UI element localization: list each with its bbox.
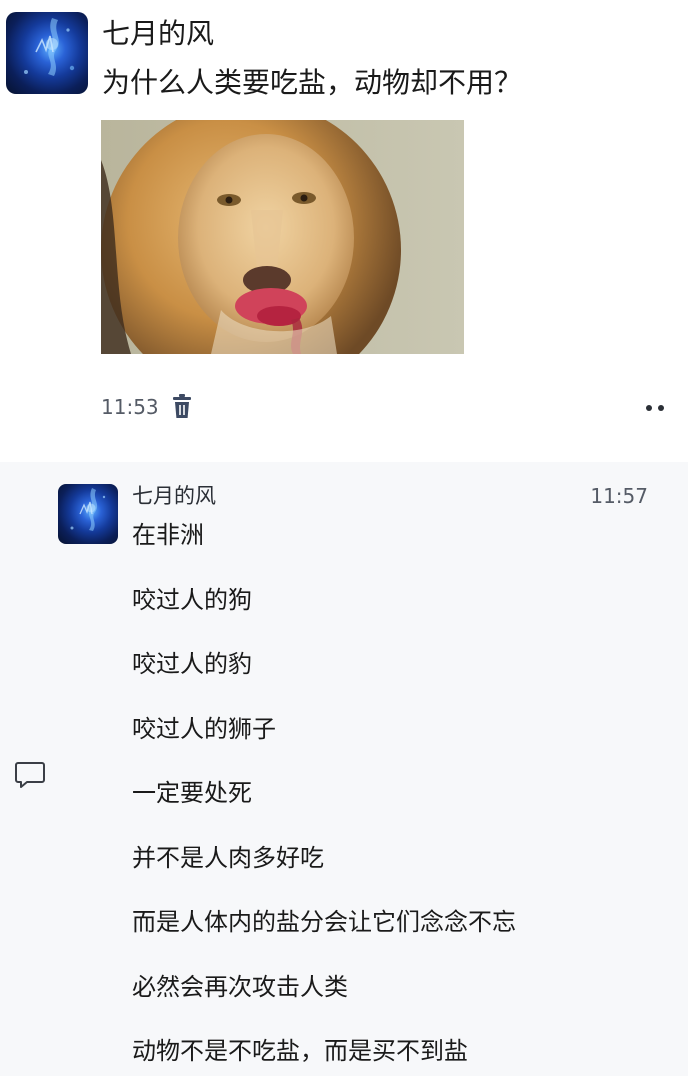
- comment-line: 咬过人的狮子: [132, 714, 276, 743]
- comment-bubble-icon[interactable]: [14, 760, 46, 790]
- comment-author-name[interactable]: 七月的风: [132, 482, 216, 510]
- more-dots-icon[interactable]: [640, 398, 670, 418]
- author-avatar[interactable]: [6, 12, 88, 94]
- comment-line: 动物不是不吃盐，而是买不到盐: [132, 1037, 468, 1065]
- comment-line: 咬过人的狗: [132, 585, 252, 614]
- post-timestamp: 11:53: [101, 395, 159, 419]
- comment-line: 一定要处死: [132, 779, 252, 807]
- comment-timestamp: 11:57: [590, 484, 648, 508]
- comment-line: 而是人体内的盐分会让它们念念不忘: [132, 908, 516, 936]
- post-author-name[interactable]: 七月的风: [102, 16, 214, 52]
- trash-icon[interactable]: [171, 394, 193, 420]
- comment-line: 咬过人的豹: [132, 650, 252, 678]
- post-card: 七月的风 为什么人类要吃盐，动物却不用？ 11:53: [0, 0, 688, 462]
- commenter-avatar[interactable]: [58, 484, 118, 544]
- lion-photo[interactable]: [101, 120, 464, 354]
- comment-line: 必然会再次攻击人类: [132, 972, 348, 1001]
- post-title: 为什么人类要吃盐，动物却不用？: [102, 66, 523, 99]
- post-meta: 11:53: [101, 392, 193, 422]
- comment-section: 七月的风 11:57 在非洲 咬过人的狗 咬过人的豹 咬过人的狮子 一定要处死 …: [0, 462, 688, 1076]
- comment-line: 在非洲: [132, 521, 204, 549]
- comment-body: 在非洲 咬过人的狗 咬过人的豹 咬过人的狮子 一定要处死 并不是人肉多好吃 而是…: [132, 518, 652, 1068]
- comment-line: 并不是人肉多好吃: [132, 843, 324, 872]
